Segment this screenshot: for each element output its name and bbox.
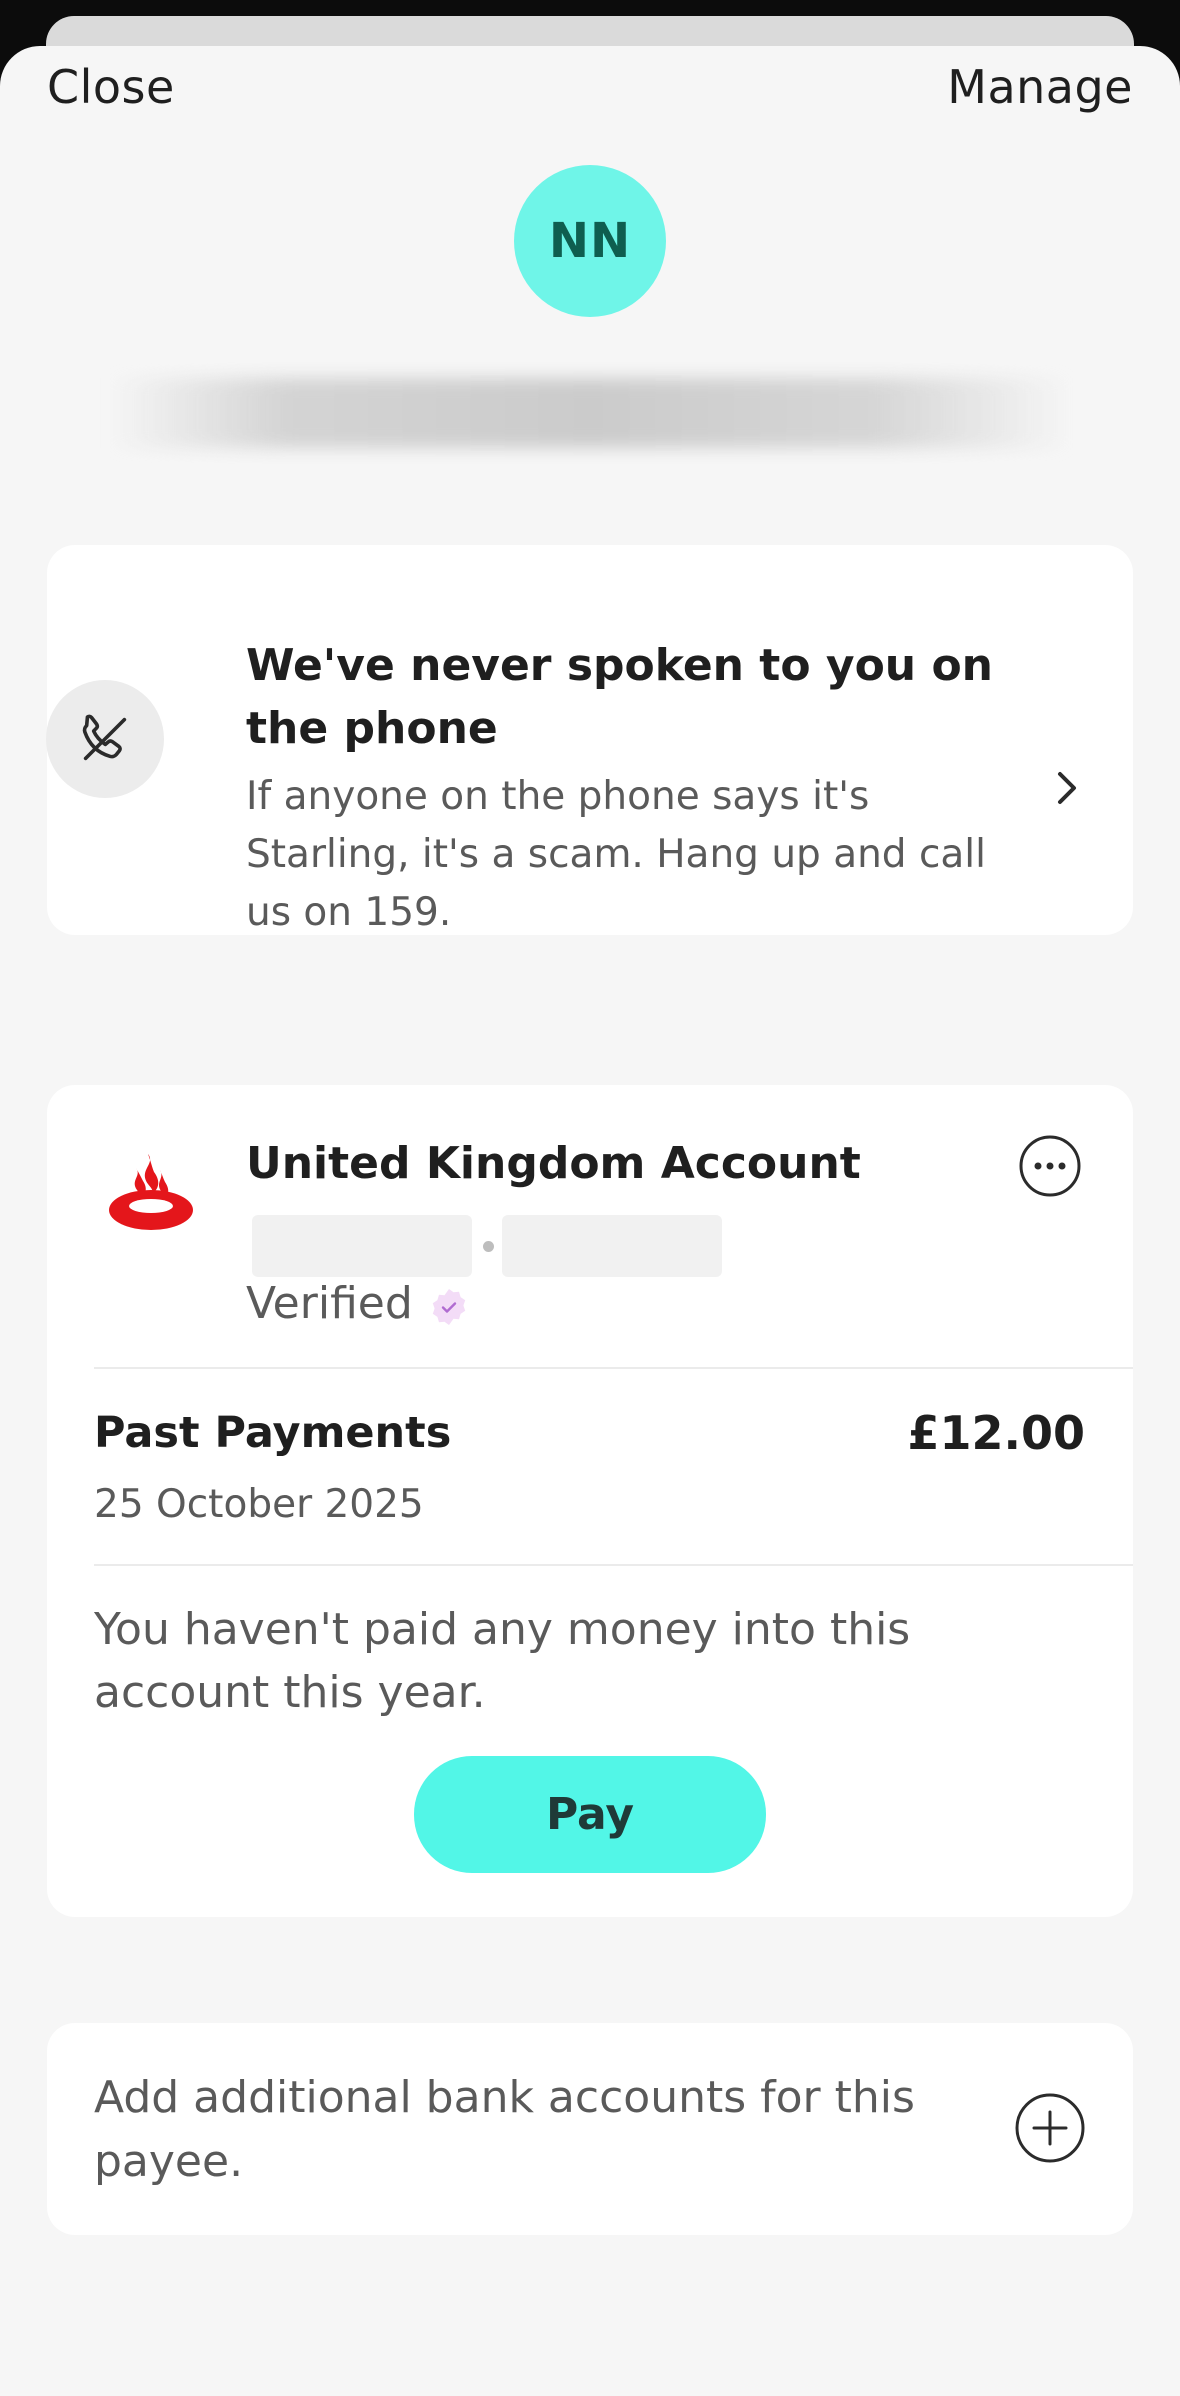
santander-flame-icon [109,1154,193,1230]
plus-circle-icon[interactable] [1014,2092,1086,2164]
divider [94,1564,1133,1566]
separator-dot [483,1241,494,1252]
payee-name-redacted [110,378,1070,448]
payee-avatar: NN [514,165,666,317]
phone-crossed-icon [82,714,127,761]
account-number-redacted [502,1215,722,1277]
pay-button[interactable]: Pay [414,1756,766,1873]
verified-status: Verified [246,1278,413,1329]
chevron-right-icon[interactable] [1048,766,1084,810]
divider [94,1367,1133,1369]
scam-icon-circle [46,680,164,798]
sort-code-redacted [252,1215,472,1277]
manage-button[interactable]: Manage [947,60,1133,114]
scam-warning-body: If anyone on the phone says it's Starlin… [246,774,986,935]
add-bank-account-label: Add additional bank accounts for this pa… [94,2072,915,2187]
past-payments-date: 25 October 2025 [94,1482,424,1527]
more-options-icon[interactable] [1018,1134,1082,1198]
past-payments-amount: £12.00 [907,1406,1085,1460]
verified-check-icon [432,1289,466,1325]
scam-warning-title: We've never spoken to you on the phone [246,640,993,754]
past-payments-label: Past Payments [94,1408,452,1458]
close-button[interactable]: Close [47,60,175,114]
no-payments-message: You haven't paid any money into this acc… [94,1604,911,1718]
account-title: United Kingdom Account [246,1138,861,1189]
